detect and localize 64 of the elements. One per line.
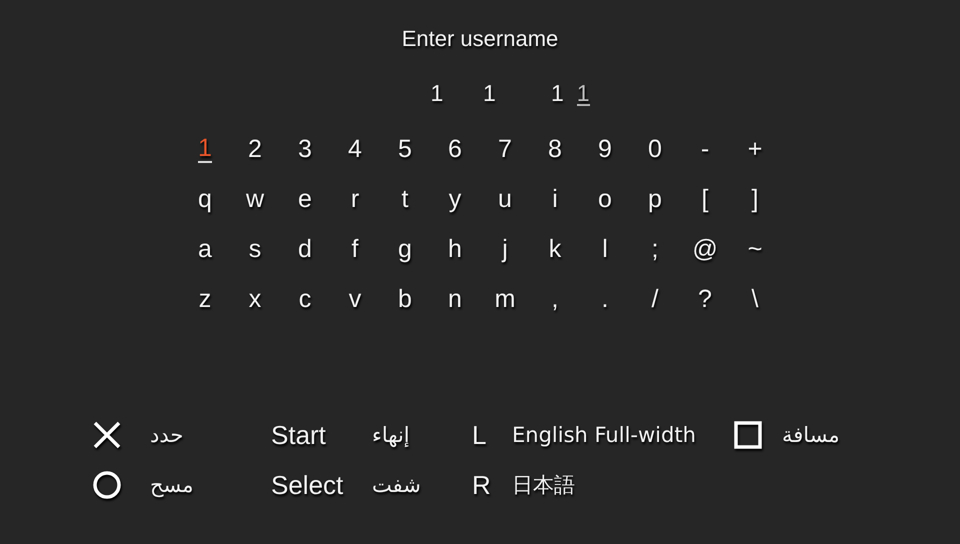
keyboard-key[interactable]: 9: [598, 136, 612, 162]
keyboard-key[interactable]: u: [498, 186, 512, 212]
keyboard-key[interactable]: [: [702, 186, 708, 212]
username-field[interactable]: 1 1 1 1: [430, 80, 590, 112]
keyboard-key[interactable]: ]: [752, 186, 758, 212]
keyboard-key[interactable]: @: [692, 236, 718, 262]
square-icon: [733, 420, 763, 450]
keyboard-key[interactable]: b: [398, 286, 412, 312]
keyboard-key[interactable]: ;: [652, 236, 658, 262]
keyboard-key[interactable]: 2: [248, 136, 262, 162]
circle-icon: [92, 470, 122, 500]
keyboard-key[interactable]: 7: [498, 136, 512, 162]
keyboard-key[interactable]: 0: [648, 136, 662, 162]
keyboard-key[interactable]: z: [198, 286, 212, 312]
keyboard-key[interactable]: h: [448, 236, 462, 262]
keyboard-key[interactable]: n: [448, 286, 462, 312]
keyboard-key[interactable]: 6: [448, 136, 462, 162]
screen-title: Enter username: [402, 26, 558, 53]
keyboard-key[interactable]: j: [502, 236, 508, 262]
keyboard-key[interactable]: ?: [698, 286, 712, 312]
keyboard-key[interactable]: r: [350, 186, 360, 212]
keyboard-key[interactable]: s: [248, 236, 262, 262]
button-hint: Start: [271, 420, 326, 450]
keyboard-key[interactable]: -: [700, 136, 710, 162]
keyboard-key[interactable]: 8: [548, 136, 562, 162]
action-label: مسح: [150, 473, 194, 497]
keyboard-key[interactable]: .: [602, 286, 608, 312]
keyboard-key[interactable]: t: [402, 186, 408, 212]
keyboard-key[interactable]: v: [348, 286, 362, 312]
keyboard-key[interactable]: e: [298, 186, 312, 212]
keyboard-key[interactable]: +: [748, 136, 762, 162]
keyboard-key[interactable]: m: [494, 286, 516, 312]
keyboard-key[interactable]: w: [246, 186, 264, 212]
keyboard-key[interactable]: 5: [398, 136, 412, 162]
keyboard-key[interactable]: o: [598, 186, 612, 212]
keyboard-key[interactable]: 1: [198, 135, 212, 163]
keyboard-key[interactable]: g: [398, 236, 412, 262]
action-label: شفت: [372, 473, 421, 497]
keyboard-key[interactable]: d: [298, 236, 312, 262]
keyboard-key[interactable]: ~: [748, 236, 762, 262]
keyboard-key[interactable]: \: [752, 286, 758, 312]
keyboard-key[interactable]: 3: [298, 136, 312, 162]
keyboard-key[interactable]: l: [602, 236, 608, 262]
keyboard-key[interactable]: c: [298, 286, 312, 312]
keyboard-key[interactable]: 4: [348, 136, 362, 162]
keyboard-key[interactable]: /: [652, 286, 658, 312]
action-label: 日本語: [512, 472, 575, 499]
button-hint: R: [472, 470, 491, 500]
keyboard-key[interactable]: q: [198, 186, 212, 212]
button-hint: L: [472, 420, 486, 450]
action-label: مسافة: [782, 423, 840, 447]
keyboard-key[interactable]: x: [248, 286, 262, 312]
cross-icon: [92, 420, 122, 450]
action-label: حدد: [150, 423, 184, 447]
keyboard-key[interactable]: ,: [552, 286, 558, 312]
keyboard-key[interactable]: a: [198, 236, 212, 262]
keyboard-key[interactable]: y: [448, 186, 462, 212]
action-label: English Full-width: [512, 423, 696, 447]
keyboard-key[interactable]: k: [548, 236, 562, 262]
keyboard-key[interactable]: i: [552, 186, 558, 212]
action-label: إنهاء: [372, 423, 410, 447]
keyboard-key[interactable]: p: [648, 186, 662, 212]
keyboard-key[interactable]: f: [352, 236, 358, 262]
button-hint: Select: [271, 470, 344, 500]
